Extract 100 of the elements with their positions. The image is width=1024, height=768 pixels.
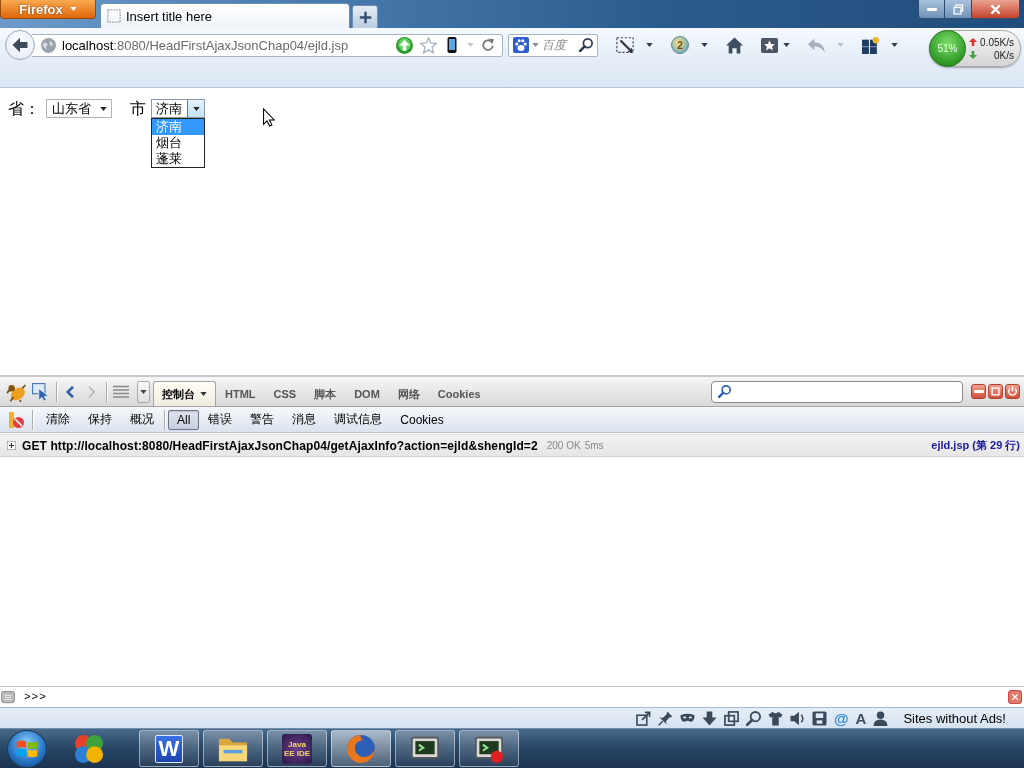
arrow-circle-icon[interactable] [396, 36, 413, 54]
minimize-button[interactable] [918, 0, 945, 19]
minimize-icon [973, 390, 984, 393]
shirt-icon[interactable] [767, 710, 783, 726]
panel-tab[interactable]: 控制台 [153, 381, 216, 406]
search-field[interactable] [711, 380, 963, 403]
browser-tab[interactable]: Insert title here [100, 3, 350, 28]
minimize-button[interactable] [971, 384, 986, 399]
tiles-icon[interactable] [862, 36, 879, 54]
time-text: 5ms [584, 440, 604, 451]
save-icon[interactable] [811, 710, 827, 726]
globe-icon [41, 37, 56, 53]
caret-icon [200, 392, 207, 396]
reload-icon[interactable] [481, 38, 495, 52]
console-action-button[interactable]: 概况 [121, 408, 163, 431]
globe-icon [347, 734, 375, 763]
minimize-icon [926, 7, 937, 11]
start-button[interactable] [7, 729, 47, 768]
list-icon[interactable] [113, 383, 129, 400]
caret-icon[interactable] [891, 43, 898, 47]
taskbar-button[interactable] [203, 730, 263, 767]
chevron-left-icon[interactable] [64, 385, 76, 398]
back-button[interactable] [5, 30, 35, 60]
province-select[interactable]: 山东省 [46, 99, 112, 118]
star-square-icon[interactable] [761, 36, 778, 54]
speaker-icon[interactable] [789, 710, 805, 726]
dropdown-option[interactable]: 蓬莱 [152, 151, 204, 167]
dashed-frame-icon[interactable] [616, 36, 634, 54]
address-field[interactable]: localhost:8080/HeadFirstAjaxJsonChap04/ejld.jsp [32, 33, 503, 57]
search-icon [579, 38, 593, 52]
no-entry-icon[interactable] [8, 411, 24, 428]
caret-icon [100, 106, 107, 111]
city-label: 市 [130, 99, 146, 118]
close-icon[interactable] [1008, 690, 1022, 704]
command-prompt: >>> [24, 691, 47, 703]
caret-icon[interactable] [783, 43, 790, 47]
filter-button[interactable]: 消息 [283, 408, 326, 431]
addon-text[interactable]: Sites without Ads! [903, 710, 1006, 726]
search-field[interactable]: 百度 [508, 33, 598, 57]
pin-icon[interactable] [657, 710, 673, 726]
four-circles-icon [74, 733, 104, 764]
panel-tab[interactable]: DOM [345, 381, 389, 406]
arrow-down-icon [969, 51, 977, 59]
taskbar-button[interactable]: W [139, 730, 199, 767]
status-text: 200 OK [546, 440, 581, 451]
url-text: localhost:8080/HeadFirstAjaxJsonChap04/ejld.jsp [62, 37, 349, 53]
restore-icon [952, 3, 964, 15]
expand-icon[interactable] [7, 441, 16, 450]
filter-button[interactable]: All [168, 409, 200, 430]
taskbar-button[interactable]: Java EE IDE [267, 730, 327, 767]
panel-tab[interactable]: 网络 [388, 381, 429, 406]
extension-counter[interactable]: 2 [671, 36, 689, 54]
export-icon[interactable] [635, 710, 651, 726]
inspect-icon[interactable] [32, 382, 50, 401]
home-icon[interactable] [726, 36, 743, 54]
taskbar-button[interactable] [395, 730, 455, 767]
close-icon [990, 3, 1001, 15]
filter-button[interactable]: 警告 [241, 408, 284, 431]
console-action-button[interactable]: 清除 [37, 408, 79, 431]
arrow-up-icon [969, 38, 977, 46]
caret-icon[interactable] [701, 43, 708, 47]
console-action-button[interactable]: 保持 [79, 408, 121, 431]
toolbar-glyph[interactable]: A [855, 710, 867, 726]
panel-tab[interactable]: CSS [264, 381, 306, 406]
power-button[interactable] [1005, 384, 1020, 399]
power-icon [1007, 386, 1018, 397]
panel-icon[interactable] [1, 690, 15, 704]
search-icon [718, 385, 731, 398]
star-icon[interactable] [420, 36, 437, 54]
caret-icon[interactable] [646, 43, 653, 47]
download-icon[interactable] [701, 710, 717, 726]
province-label: 省： [8, 99, 40, 118]
panel-tab[interactable]: 脚本 [305, 381, 346, 406]
filter-button[interactable]: 调试信息 [325, 408, 392, 431]
blank-page-icon [107, 9, 121, 23]
caret-icon [140, 389, 147, 394]
restore-button[interactable] [945, 0, 972, 19]
arrow-left-icon [12, 37, 28, 53]
source-link[interactable]: ejld.jsp (第 29 行) [931, 438, 1020, 453]
panel-tab[interactable]: HTML [216, 381, 265, 406]
filter-button[interactable]: 错误 [199, 408, 242, 431]
filter-button[interactable]: Cookies [391, 409, 453, 430]
monitor-record-icon [475, 734, 503, 763]
city-select[interactable]: 济南 [151, 99, 205, 118]
person-icon[interactable] [873, 710, 889, 726]
request-text[interactable]: GET http://localhost:8080/HeadFirstAjaxJsonChap04/getAjaxInfo?action=ejld&shengId=2 [22, 438, 538, 453]
caret-icon [532, 43, 539, 47]
close-button[interactable] [972, 0, 1020, 19]
plus-icon [358, 10, 372, 24]
panel-tab[interactable]: Cookies [428, 381, 490, 406]
taskbar-button[interactable] [331, 730, 391, 767]
detach-button[interactable] [988, 384, 1003, 399]
dropdown-option[interactable]: 烟台 [152, 135, 204, 151]
new-tab-button[interactable] [352, 5, 378, 28]
search-icon[interactable] [745, 710, 761, 726]
square-icon [991, 387, 1000, 396]
taskbar-button[interactable] [459, 730, 519, 767]
caret-icon [192, 106, 200, 111]
dropdown-button[interactable] [137, 380, 150, 403]
copy-icon[interactable] [723, 710, 739, 726]
